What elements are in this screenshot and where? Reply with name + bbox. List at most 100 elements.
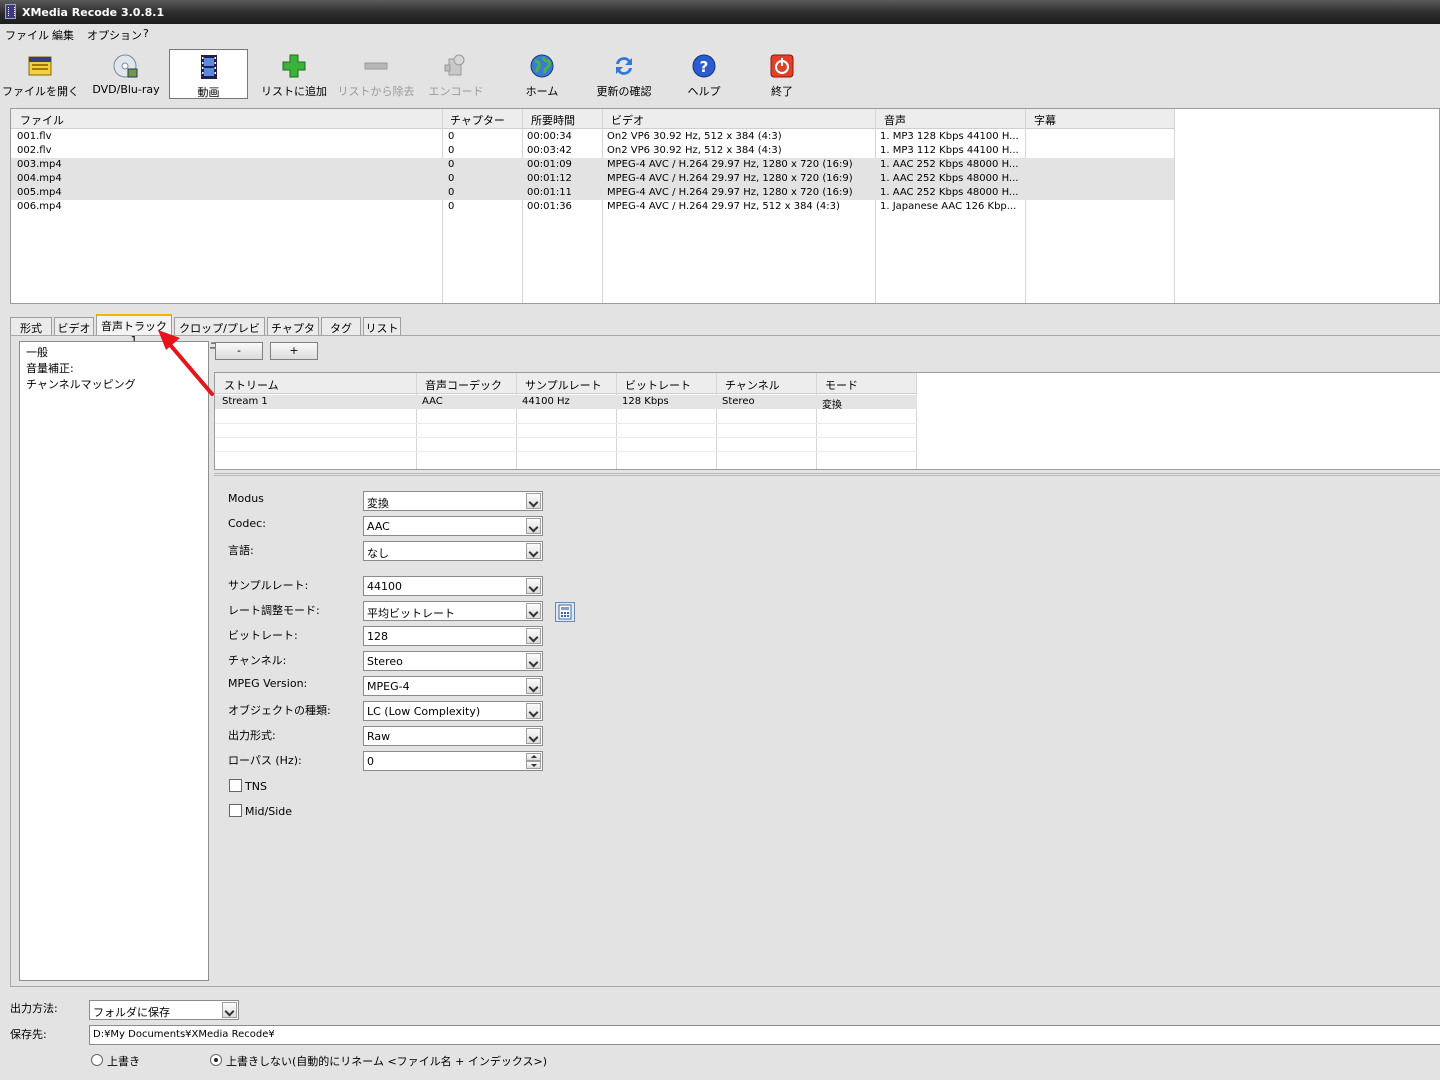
samplerate-select[interactable]: 44100 <box>363 576 543 596</box>
stream-table-header: ストリーム 音声コーデック サンプルレート ビットレート チャンネル モード <box>215 373 917 394</box>
encode-button[interactable]: エンコード <box>424 49 488 99</box>
cell-video: On2 VP6 30.92 Hz, 512 x 384 (4:3) <box>607 131 782 142</box>
tree-item-volume[interactable]: 音量補正: <box>26 360 74 376</box>
col-divider <box>416 373 417 469</box>
remove-from-list-button[interactable]: リストから除去 <box>336 49 416 99</box>
tab-tags[interactable]: タグ <box>321 317 361 335</box>
lowpass-label: ローパス (Hz): <box>228 754 302 767</box>
help-button[interactable]: ? ヘルプ <box>676 49 732 99</box>
file-row[interactable]: 001.flv 0 00:00:34 On2 VP6 30.92 Hz, 512 x … <box>11 130 1174 144</box>
mpeg-version-select[interactable]: MPEG-4 <box>363 676 543 696</box>
cell-duration: 00:00:34 <box>527 131 572 142</box>
col-file-header[interactable]: ファイル <box>20 112 64 128</box>
file-row[interactable]: 002.flv 0 00:03:42 On2 VP6 30.92 Hz, 512 x … <box>11 144 1174 158</box>
cell-duration: 00:01:12 <box>527 173 572 184</box>
bitrate-label: ビットレート: <box>228 629 298 642</box>
file-row[interactable]: 004.mp4 0 00:01:12 MPEG-4 AVC / H.264 29.97… <box>11 172 1174 186</box>
tns-checkbox[interactable] <box>229 779 242 792</box>
spin-up-icon[interactable] <box>526 753 541 761</box>
col-mode-header[interactable]: モード <box>825 377 858 393</box>
chevron-down-icon[interactable] <box>526 653 541 669</box>
midside-checkbox[interactable] <box>229 804 242 817</box>
language-select[interactable]: なし <box>363 541 543 561</box>
channels-select[interactable]: Stereo <box>363 651 543 671</box>
chevron-down-icon[interactable] <box>526 493 541 509</box>
tab-list[interactable]: リスト <box>363 317 401 335</box>
tab-chapters[interactable]: チャプター <box>267 317 319 351</box>
remove-stream-button[interactable]: - <box>215 342 263 360</box>
chevron-down-icon[interactable] <box>222 1002 237 1018</box>
open-file-button[interactable]: ファイルを開く <box>2 49 79 99</box>
output-method-select[interactable]: フォルダに保存 <box>89 1000 239 1020</box>
file-row[interactable]: 006.mp4 0 00:01:36 MPEG-4 AVC / H.264 29.97… <box>11 200 1174 214</box>
col-audio-header[interactable]: 音声 <box>884 112 906 128</box>
stream-samplerate: 44100 Hz <box>522 396 570 407</box>
col-subtitle-header[interactable]: 字幕 <box>1034 112 1056 128</box>
check-update-button[interactable]: 更新の確認 <box>588 49 660 99</box>
lowpass-spinner[interactable]: 0 <box>363 751 543 771</box>
ratemode-select[interactable]: 平均ビットレート <box>363 601 543 621</box>
dvd-bluray-button[interactable]: DVD/Blu-ray <box>88 49 164 99</box>
stream-name: Stream 1 <box>222 396 268 407</box>
file-row[interactable]: 003.mp4 0 00:01:09 MPEG-4 AVC / H.264 29.97… <box>11 158 1174 172</box>
chevron-down-icon[interactable] <box>526 518 541 534</box>
file-list[interactable]: ファイル チャプター 所要時間 ビデオ 音声 字幕 001.flv 0 00:00:… <box>10 108 1440 304</box>
tab-format[interactable]: 形式 <box>10 317 52 335</box>
chevron-down-icon[interactable] <box>526 703 541 719</box>
cell-audio: 1. Japanese AAC 126 Kbp... <box>880 201 1017 212</box>
col-video-header[interactable]: ビデオ <box>611 112 644 128</box>
spin-down-icon[interactable] <box>526 761 541 769</box>
col-channel-header[interactable]: チャンネル <box>725 377 780 393</box>
chevron-down-icon[interactable] <box>526 678 541 694</box>
col-bitrate-header[interactable]: ビットレート <box>625 377 691 393</box>
col-chapter-header[interactable]: チャプター <box>450 112 505 128</box>
video-button[interactable]: 動画 <box>169 49 248 99</box>
col-samplerate-header[interactable]: サンプルレート <box>525 377 602 393</box>
chevron-down-icon[interactable] <box>526 578 541 594</box>
tree-item-general[interactable]: 一般 <box>26 344 48 360</box>
home-button[interactable]: ホーム <box>512 49 572 99</box>
svg-text:?: ? <box>700 58 709 76</box>
menu-edit[interactable]: 編集 <box>52 27 74 43</box>
audio-tree[interactable]: 一般 音量補正: チャンネルマッピング <box>19 341 209 981</box>
menu-help[interactable]: ? <box>143 27 149 40</box>
stream-row[interactable]: Stream 1 AAC 44100 Hz 128 Kbps Stereo 変換 <box>215 395 917 411</box>
encode-icon <box>443 53 469 79</box>
bitrate-select[interactable]: 128 <box>363 626 543 646</box>
cell-audio: 1. MP3 128 Kbps 44100 H... <box>880 131 1019 142</box>
audio-stream-table[interactable]: ストリーム 音声コーデック サンプルレート ビットレート チャンネル モード S… <box>214 372 1440 470</box>
codec-select[interactable]: AAC <box>363 516 543 536</box>
chevron-down-icon[interactable] <box>526 543 541 559</box>
no-overwrite-radio[interactable] <box>210 1054 222 1066</box>
add-to-list-button[interactable]: リストに追加 <box>258 49 330 99</box>
destination-label: 保存先: <box>10 1028 47 1041</box>
cell-video: On2 VP6 30.92 Hz, 512 x 384 (4:3) <box>607 145 782 156</box>
object-type-select[interactable]: LC (Low Complexity) <box>363 701 543 721</box>
destination-input[interactable]: D:¥My Documents¥XMedia Recode¥ <box>89 1025 1440 1045</box>
chevron-down-icon[interactable] <box>526 603 541 619</box>
cell-chapters: 0 <box>448 131 455 142</box>
globe-icon <box>529 53 555 79</box>
modus-label: Modus <box>228 492 264 505</box>
file-row[interactable]: 005.mp4 0 00:01:11 MPEG-4 AVC / H.264 29.97… <box>11 186 1174 200</box>
tree-item-channel-mapping[interactable]: チャンネルマッピング <box>26 376 136 392</box>
exit-button[interactable]: 終了 <box>756 49 808 99</box>
overwrite-radio[interactable] <box>91 1054 103 1066</box>
midside-label: Mid/Side <box>245 805 293 818</box>
chevron-down-icon[interactable] <box>526 728 541 744</box>
col-divider <box>516 373 517 469</box>
menu-file[interactable]: ファイル <box>5 27 49 43</box>
modus-select[interactable]: 変換 <box>363 491 543 511</box>
overwrite-label: 上書き <box>107 1055 140 1068</box>
splitter[interactable] <box>214 473 1440 476</box>
menu-options[interactable]: オプション <box>87 27 142 43</box>
output-method-label: 出力方法: <box>10 1002 58 1015</box>
tab-video[interactable]: ビデオ <box>54 317 94 335</box>
calculator-button[interactable] <box>555 602 575 622</box>
col-codec-header[interactable]: 音声コーデック <box>425 377 502 393</box>
add-stream-button[interactable]: + <box>270 342 318 360</box>
col-duration-header[interactable]: 所要時間 <box>531 112 575 128</box>
col-stream-header[interactable]: ストリーム <box>224 377 279 393</box>
output-format-select[interactable]: Raw <box>363 726 543 746</box>
chevron-down-icon[interactable] <box>526 628 541 644</box>
